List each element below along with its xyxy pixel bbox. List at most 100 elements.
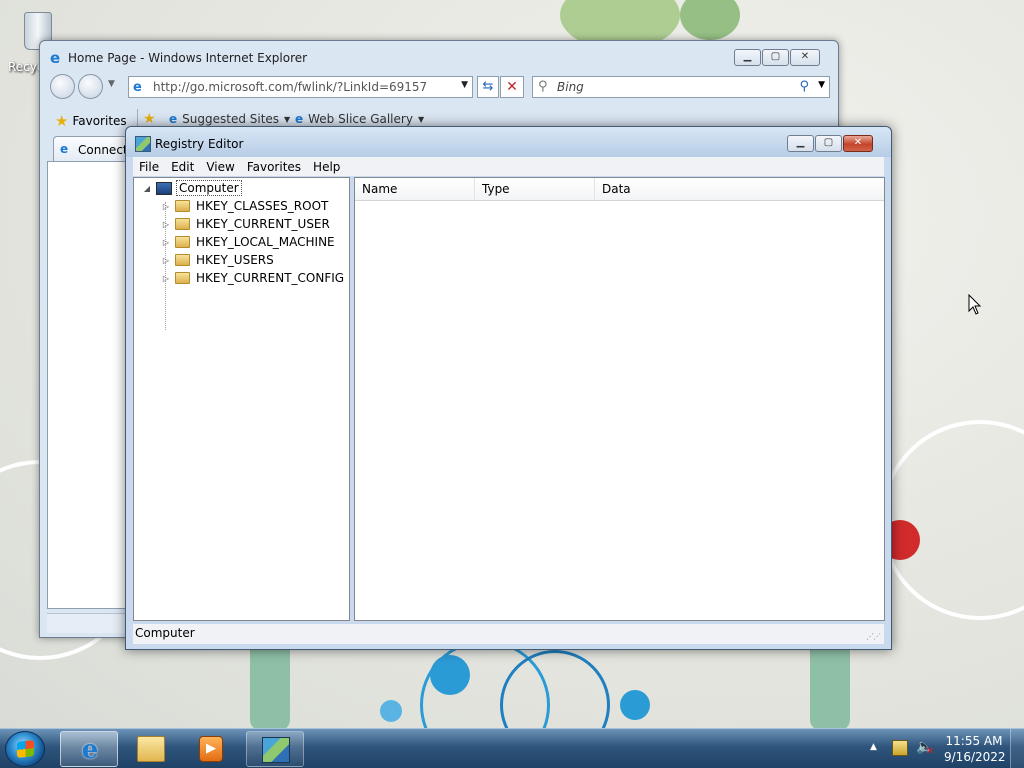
web-slice-gallery-label: Web Slice Gallery <box>308 112 413 126</box>
ie-close-button[interactable]: ✕ <box>790 49 820 66</box>
tree-item-label: HKEY_LOCAL_MACHINE <box>196 235 335 249</box>
status-bar: Computer ⋰⋰ <box>133 624 884 644</box>
tree-item-label: HKEY_CLASSES_ROOT <box>196 199 329 213</box>
regedit-icon <box>135 136 151 152</box>
ie-page-icon: e <box>169 112 178 126</box>
taskbar-ie-button[interactable]: e <box>60 731 118 767</box>
tree-item-label: HKEY_CURRENT_CONFIG <box>196 271 345 285</box>
menu-help[interactable]: Help <box>307 157 346 176</box>
regedit-maximize-button[interactable]: ▢ <box>815 135 842 152</box>
add-to-favorites-bar-icon[interactable]: ★ <box>143 111 156 127</box>
back-button[interactable] <box>50 74 75 99</box>
windows-logo-icon <box>17 740 34 758</box>
web-slice-gallery-link[interactable]: e Web Slice Gallery ▼ <box>295 112 424 126</box>
search-placeholder: Bing <box>557 80 584 94</box>
mouse-cursor-icon <box>968 294 982 315</box>
wallpaper-stem <box>810 640 850 728</box>
recent-pages-dropdown-icon[interactable]: ▼ <box>108 79 115 89</box>
caret-down-icon: ▼ <box>284 114 291 124</box>
regedit-close-button[interactable]: ✕ <box>843 135 873 152</box>
favorites-button[interactable]: ★ Favorites <box>55 112 127 130</box>
search-box[interactable]: ⚲ Bing ⚲ ▼ <box>532 76 830 98</box>
tree-item-computer[interactable]: ◢ Computer <box>142 179 242 197</box>
ie-maximize-button[interactable]: ▢ <box>762 49 789 66</box>
collapse-icon[interactable]: ◢ <box>142 184 152 193</box>
tree-item-hkey-current-user[interactable]: ▷ HKEY_CURRENT_USER <box>161 215 330 233</box>
expand-icon[interactable]: ▷ <box>161 202 171 211</box>
suggested-sites-label: Suggested Sites <box>182 112 280 126</box>
ie-tab[interactable]: e Connecti <box>53 136 133 162</box>
taskbar-regedit-button[interactable] <box>246 731 304 767</box>
wallpaper-swirl <box>880 420 1024 620</box>
registry-editor-title: Registry Editor <box>155 137 244 151</box>
favorites-label: Favorites <box>72 114 127 128</box>
tree-item-label: Computer <box>176 180 242 196</box>
address-bar[interactable]: e http://go.microsoft.com/fwlink/?LinkId… <box>128 76 473 98</box>
expand-icon[interactable]: ▷ <box>161 238 171 247</box>
search-go-icon[interactable]: ⚲ <box>799 79 809 94</box>
refresh-button[interactable]: ⇆ <box>477 76 499 98</box>
expand-icon[interactable]: ▷ <box>161 256 171 265</box>
page-icon: e <box>133 80 142 95</box>
menu-favorites[interactable]: Favorites <box>241 157 307 176</box>
tree-item-hkey-classes-root[interactable]: ▷ HKEY_CLASSES_ROOT <box>161 197 328 215</box>
column-header-type[interactable]: Type <box>475 178 595 201</box>
search-icon: ⚲ <box>538 79 548 94</box>
registry-editor-window[interactable]: Registry Editor ▁ ▢ ✕ File Edit View Fav… <box>125 126 892 650</box>
favorites-star-icon: ★ <box>55 112 69 130</box>
menu-edit[interactable]: Edit <box>165 157 200 176</box>
column-header-data[interactable]: Data <box>595 178 884 201</box>
file-explorer-icon <box>137 736 165 762</box>
search-provider-dropdown-icon[interactable]: ▼ <box>818 80 825 90</box>
taskbar-explorer-button[interactable] <box>122 731 180 767</box>
ie-title-icon: e <box>50 49 61 67</box>
folder-icon <box>175 254 190 266</box>
show-desktop-button[interactable] <box>1010 729 1024 768</box>
ie-page-icon: e <box>295 112 304 126</box>
tree-item-hkey-current-config[interactable]: ▷ HKEY_CURRENT_CONFIG <box>161 269 344 287</box>
clock[interactable]: 11:55 AM 9/16/2022 <box>944 733 1006 765</box>
menu-view[interactable]: View <box>200 157 240 176</box>
tree-item-label: HKEY_CURRENT_USER <box>196 217 330 231</box>
media-player-icon: ▶ <box>199 736 223 762</box>
ie-window-title: Home Page - Windows Internet Explorer <box>68 51 308 65</box>
clock-time: 11:55 AM <box>945 734 1003 748</box>
muted-x-icon: ✕ <box>926 746 935 757</box>
computer-icon <box>156 181 172 195</box>
taskbar-media-player-button[interactable]: ▶ <box>182 731 240 767</box>
folder-icon <box>175 236 190 248</box>
ie-window-controls: ▁ ▢ ✕ <box>733 49 820 66</box>
clock-date: 9/16/2022 <box>944 750 1006 764</box>
regedit-minimize-button[interactable]: ▁ <box>787 135 814 152</box>
folder-icon <box>175 218 190 230</box>
show-hidden-icons-icon[interactable]: ▲ <box>870 742 877 752</box>
address-url[interactable]: http://go.microsoft.com/fwlink/?LinkId=6… <box>153 80 427 94</box>
system-tray: ▲ 🔈 ✕ 11:55 AM 9/16/2022 <box>866 729 1024 768</box>
tree-item-hkey-local-machine[interactable]: ▷ HKEY_LOCAL_MACHINE <box>161 233 335 251</box>
values-list[interactable]: Name Type Data <box>354 177 885 621</box>
folder-icon <box>175 272 190 284</box>
expand-icon[interactable]: ▷ <box>161 274 171 283</box>
column-header-name[interactable]: Name <box>355 178 475 201</box>
taskbar: e ▶ ▲ 🔈 ✕ 11:55 AM 9/16/2022 <box>0 728 1024 768</box>
action-center-icon[interactable] <box>892 740 908 756</box>
ie-tab-icon: e <box>60 142 69 156</box>
registry-editor-titlebar[interactable]: Registry Editor ▁ ▢ ✕ <box>126 127 891 157</box>
expand-icon[interactable]: ▷ <box>161 220 171 229</box>
caret-down-icon: ▼ <box>417 114 425 124</box>
wallpaper-stem <box>250 640 290 728</box>
stop-button[interactable]: ✕ <box>500 76 524 98</box>
tree-item-hkey-users[interactable]: ▷ HKEY_USERS <box>161 251 274 269</box>
start-button[interactable] <box>5 731 45 767</box>
registry-tree[interactable]: ◢ Computer ▷ HKEY_CLASSES_ROOT ▷ HKEY_CU… <box>133 177 350 621</box>
tree-item-label: HKEY_USERS <box>196 253 274 267</box>
status-text: Computer <box>135 626 195 640</box>
suggested-sites-link[interactable]: e Suggested Sites ▼ <box>169 112 290 126</box>
wallpaper-dot <box>620 690 650 720</box>
resize-grip-icon[interactable]: ⋰⋰ <box>866 632 881 641</box>
ie-minimize-button[interactable]: ▁ <box>734 49 761 66</box>
regedit-window-controls: ▁ ▢ ✕ <box>786 135 873 152</box>
menu-file[interactable]: File <box>133 157 165 176</box>
address-dropdown-icon[interactable]: ▼ <box>461 80 468 90</box>
forward-button[interactable] <box>78 74 103 99</box>
